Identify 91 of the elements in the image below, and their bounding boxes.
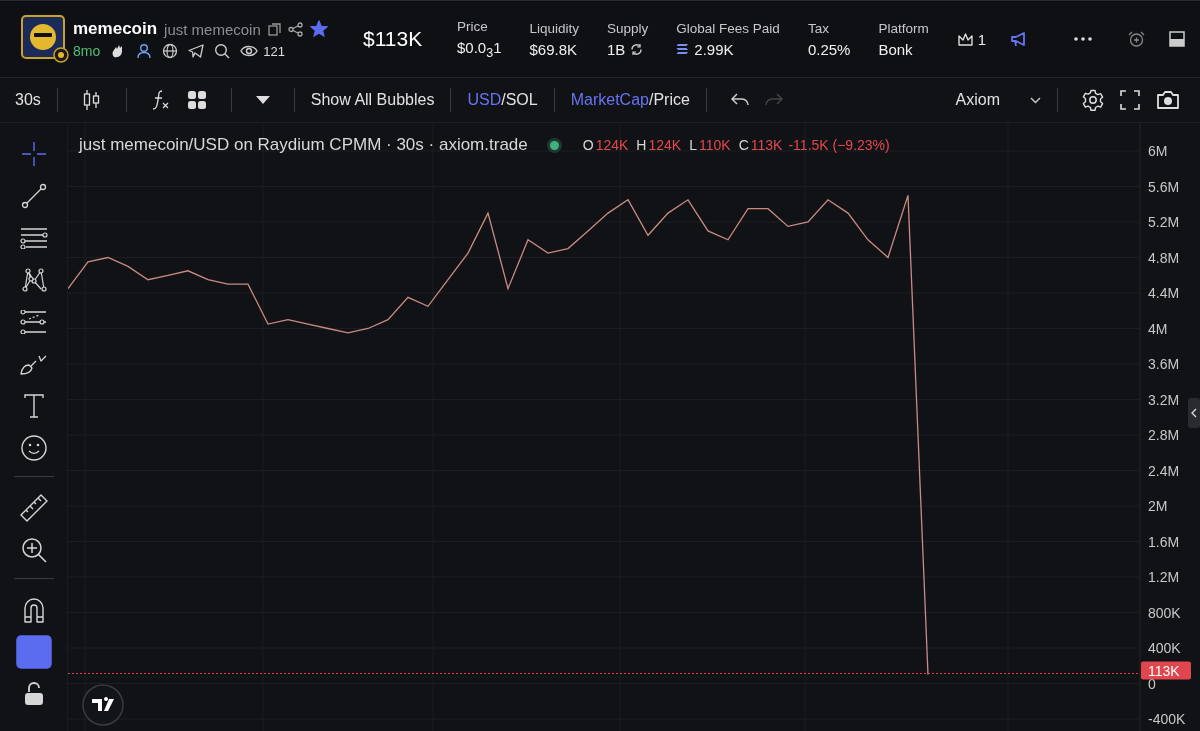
y-axis-label: 3.2M	[1148, 391, 1180, 408]
stat-label: Supply	[607, 20, 649, 36]
y-axis-label: 4M	[1148, 320, 1168, 337]
interval-button[interactable]: 30s	[15, 91, 41, 109]
ohlc-key: O	[582, 137, 594, 153]
stat-value: Bonk	[878, 40, 913, 58]
ruler-icon[interactable]	[19, 494, 48, 522]
share-icon[interactable]	[287, 21, 303, 37]
copy-icon[interactable]	[267, 22, 281, 36]
y-axis-label: 2.8M	[1148, 427, 1180, 443]
view-count: 121	[263, 43, 285, 59]
parallel-lines-icon[interactable]	[19, 227, 48, 249]
search-icon[interactable]	[214, 43, 231, 59]
ohlc-value: 113K	[750, 137, 783, 153]
stat-value: 0.25%	[807, 40, 851, 58]
eye-icon	[240, 44, 259, 58]
market-cap: $113K	[363, 27, 424, 51]
text-tool-icon[interactable]	[23, 394, 44, 418]
settings-icon[interactable]	[1082, 89, 1104, 111]
alarm-icon[interactable]	[1128, 30, 1146, 48]
lock-icon[interactable]	[22, 682, 45, 706]
zoom-in-icon[interactable]	[20, 537, 47, 563]
y-axis-label: 1.6M	[1148, 533, 1180, 550]
ohlc-key: L	[689, 137, 697, 153]
solana-icon	[676, 43, 690, 55]
y-axis-label: 800K	[1148, 604, 1181, 621]
magnet-icon[interactable]	[22, 597, 45, 623]
stat-label: Tax	[807, 20, 830, 36]
trend-line-icon[interactable]	[20, 183, 47, 209]
templates-icon[interactable]	[186, 90, 207, 110]
crosshair-icon[interactable]	[21, 142, 46, 166]
undo-icon[interactable]	[730, 93, 749, 107]
y-axis-label: 1.2M	[1148, 569, 1180, 585]
ohlc-key: C	[738, 137, 749, 153]
stat-label: Global Fees Paid	[676, 20, 780, 36]
last-price-badge: 113K	[1141, 661, 1191, 680]
token-name: memecoin	[73, 19, 158, 39]
candles-icon[interactable]	[81, 89, 102, 111]
ohlc-value: 124K	[648, 137, 682, 153]
show-bubbles-button[interactable]: Show All Bubbles	[310, 91, 435, 109]
stat-value: $0.0$_{3}$1	[457, 38, 502, 60]
ohlc-value: 110K	[698, 137, 731, 153]
refresh-icon[interactable]	[630, 42, 644, 56]
collapse-tab-icon[interactable]	[1188, 398, 1200, 428]
y-axis-label: -400K	[1148, 711, 1186, 727]
fullscreen-icon[interactable]	[1120, 90, 1140, 110]
user-icon[interactable]	[136, 43, 153, 59]
dropdown-caret-icon[interactable]	[255, 96, 270, 104]
star-icon[interactable]	[309, 20, 328, 38]
globe-icon[interactable]	[162, 43, 179, 59]
source-dropdown[interactable]: Axiom	[955, 91, 1041, 109]
camera-icon[interactable]	[1156, 90, 1180, 110]
stat-label: Platform	[878, 20, 929, 36]
stat-value: $69.8K	[529, 40, 578, 58]
y-axis-label: 5.6M	[1148, 178, 1180, 195]
drawing-mode-icon[interactable]	[15, 635, 52, 669]
currency-option[interactable]: SOL	[505, 91, 538, 109]
y-axis-label: 2M	[1148, 498, 1168, 514]
crown-count: 1	[977, 30, 987, 48]
forecast-icon[interactable]	[19, 310, 48, 334]
ohlc-value: 124K	[595, 137, 629, 153]
token-full-name: just memecoin	[164, 20, 261, 38]
y-axis-label: 5.2M	[1148, 214, 1180, 230]
y-axis-label: 2.4M	[1148, 462, 1180, 479]
price-change: -11.5K (−9.23%)	[788, 137, 890, 153]
metric-option[interactable]: Price	[653, 91, 690, 109]
y-axis-label: 6M	[1148, 143, 1168, 159]
chevron-icon	[1030, 96, 1041, 104]
slash-separator: /	[501, 91, 506, 109]
token-age: 8mo	[73, 43, 101, 59]
status-dot	[549, 140, 559, 150]
y-axis-label: 4.4M	[1148, 285, 1180, 301]
chart-title: just memecoin/USD on Raydium CPMM · 30s · axiom.trade	[79, 135, 528, 155]
telegram-icon[interactable]	[188, 43, 205, 59]
ohlc-key: H	[636, 137, 647, 153]
slash-separator: /	[648, 91, 654, 109]
stat-label: Liquidity	[529, 20, 580, 36]
metric-option[interactable]: MarketCap	[570, 91, 649, 109]
currency-option[interactable]: USD	[467, 91, 502, 109]
more-icon[interactable]	[1074, 37, 1093, 41]
smiley-icon[interactable]	[20, 435, 47, 461]
y-axis-label: 400K	[1148, 640, 1181, 656]
stat-value: 1B	[607, 40, 626, 58]
crown-icon[interactable]	[956, 31, 974, 47]
stat-label: Price	[457, 18, 489, 34]
y-axis-label: 3.6M	[1148, 356, 1180, 372]
pattern-icon[interactable]	[20, 267, 47, 293]
y-axis-label: 4.8M	[1148, 249, 1180, 266]
indicators-icon[interactable]	[150, 89, 171, 111]
layout-icon[interactable]	[1169, 31, 1186, 47]
stat-value: 2.99K	[694, 40, 734, 58]
